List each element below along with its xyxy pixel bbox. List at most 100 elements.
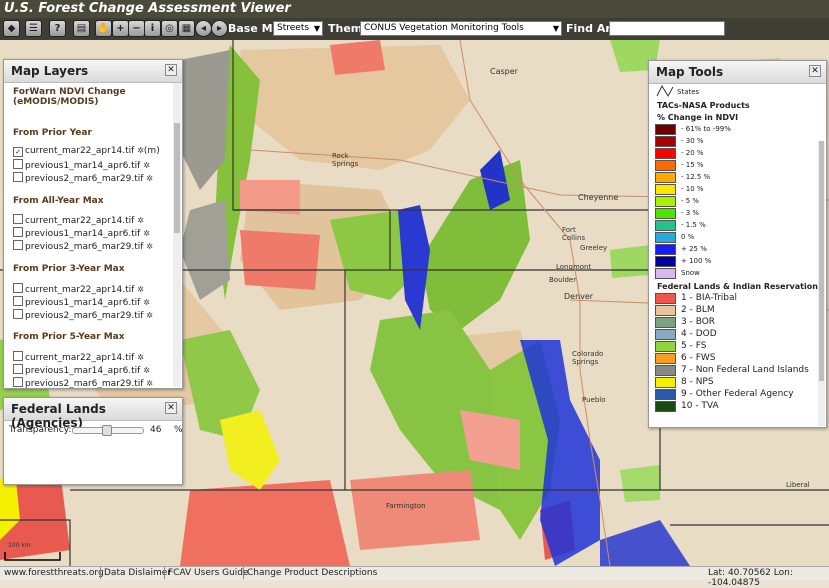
gear-icon[interactable]: ✲ xyxy=(143,366,150,375)
slider-handle[interactable] xyxy=(101,425,112,436)
checkbox[interactable] xyxy=(13,227,23,237)
basemap-select[interactable]: Streets ▼ xyxy=(273,21,323,36)
map-label-colorado-springs: Colorado Springs xyxy=(572,350,604,366)
link-data-disclaimer[interactable]: Data Dislaimer xyxy=(104,568,171,578)
status-bar: www.forestthreats.org Data Dislaimer FCA… xyxy=(0,566,829,588)
checkbox[interactable] xyxy=(13,296,23,306)
ndvi-legend-swatch xyxy=(655,124,676,135)
layers-icon[interactable]: ◆ xyxy=(3,20,20,37)
toolbar: ◆ ☰ ? ▤ ✋ + − i ◎ ▦ ◂ ▸ Base Map: Street… xyxy=(0,18,829,40)
section-heading: From Prior 3-Year Max xyxy=(13,264,125,274)
section-heading: From Prior 5-Year Max xyxy=(13,332,125,342)
zoom-in-icon[interactable]: + xyxy=(112,20,129,37)
layer-item[interactable]: previous1_mar14_apr6.tif ✲ xyxy=(13,159,150,171)
gear-icon[interactable]: ✲ xyxy=(143,298,150,307)
checkbox[interactable] xyxy=(13,351,23,361)
federal-lands-legend-label: 10 - TVA xyxy=(681,401,719,411)
checkbox[interactable] xyxy=(13,377,23,387)
checkbox[interactable] xyxy=(13,283,23,293)
link-users-guide[interactable]: FCAV Users Guide xyxy=(168,568,249,578)
ndvi-legend-swatch xyxy=(655,244,676,255)
layer-label: current_mar22_apr14.tif xyxy=(25,216,135,226)
scrollbar-thumb[interactable] xyxy=(819,141,824,381)
help-icon[interactable]: ? xyxy=(49,20,66,37)
app-title: U.S. Forest Change Assessment Viewer xyxy=(4,1,291,16)
gear-icon[interactable]: ✲ xyxy=(146,242,153,251)
layers-scrollbar[interactable] xyxy=(173,83,181,387)
federal-lands-legend-label: 4 - DOD xyxy=(681,329,717,339)
federal-lands-legend-swatch xyxy=(655,293,676,304)
graph-icon[interactable]: ▦ xyxy=(178,20,195,37)
checkbox-checked[interactable]: ✓ xyxy=(13,147,23,157)
map-label-casper: Casper xyxy=(490,67,518,76)
layer-label: current_mar22_apr14.tif xyxy=(25,146,135,156)
identify-icon[interactable]: i xyxy=(144,20,161,37)
link-change-product-descriptions[interactable]: Change Product Descriptions xyxy=(247,568,377,578)
pan-icon[interactable]: ✋ xyxy=(95,20,112,37)
ndvi-legend-label: - 3 % xyxy=(681,209,700,217)
ndvi-legend-swatch xyxy=(655,136,676,147)
checkbox[interactable] xyxy=(13,240,23,250)
gear-icon[interactable]: ✲ xyxy=(146,311,153,320)
federal-lands-legend-label: 2 - BLM xyxy=(681,305,715,315)
scrollbar-thumb[interactable] xyxy=(174,123,180,233)
ndvi-legend-label: Snow xyxy=(681,269,700,277)
close-icon[interactable]: ✕ xyxy=(809,65,821,77)
transparency-label: Transparency: xyxy=(9,425,72,435)
layer-item[interactable]: previous2_mar6_mar29.tif ✲ xyxy=(13,240,153,252)
layer-suffix: (m) xyxy=(143,146,160,156)
layer-item[interactable]: previous2_mar6_mar29.tif ✲ xyxy=(13,309,153,321)
gear-icon[interactable]: ✲ xyxy=(137,285,144,294)
next-extent-icon[interactable]: ▸ xyxy=(211,20,228,37)
gear-icon[interactable]: ✲ xyxy=(146,379,153,388)
layer-item[interactable]: current_mar22_apr14.tif ✲ xyxy=(13,283,144,295)
ndvi-legend-label: - 61% to -99% xyxy=(681,125,731,133)
gear-icon[interactable]: ✲ xyxy=(137,146,144,155)
gear-icon[interactable]: ✲ xyxy=(137,353,144,362)
layer-item[interactable]: previous1_mar14_apr6.tif ✲ xyxy=(13,296,150,308)
globe-icon[interactable]: ◎ xyxy=(161,20,178,37)
layer-item[interactable]: current_mar22_apr14.tif ✲ xyxy=(13,351,144,363)
gear-icon[interactable]: ✲ xyxy=(137,216,144,225)
close-icon[interactable]: ✕ xyxy=(165,402,177,414)
close-icon[interactable]: ✕ xyxy=(165,64,177,76)
layer-item[interactable]: ✓ current_mar22_apr14.tif ✲(m) xyxy=(13,146,160,157)
checkbox[interactable] xyxy=(13,214,23,224)
checkbox[interactable] xyxy=(13,309,23,319)
previous-extent-icon[interactable]: ◂ xyxy=(195,20,212,37)
checkbox[interactable] xyxy=(13,364,23,374)
layer-item[interactable]: previous2_mar6_mar29.tif ✲ xyxy=(13,377,153,388)
list-icon[interactable]: ☰ xyxy=(25,20,42,37)
separator xyxy=(100,567,101,579)
transparency-slider[interactable] xyxy=(72,425,144,436)
ndvi-legend-swatch xyxy=(655,208,676,219)
theme-select[interactable]: CONUS Vegetation Monitoring Tools ▼ xyxy=(360,21,562,36)
gear-icon[interactable]: ✲ xyxy=(143,229,150,238)
map-tools-header: Map Tools ✕ xyxy=(649,61,826,84)
ndvi-legend-swatch xyxy=(655,160,676,171)
find-area-input[interactable] xyxy=(609,21,725,36)
print-icon[interactable]: ▤ xyxy=(73,20,90,37)
layer-item[interactable]: previous2_mar6_mar29.tif ✲ xyxy=(13,172,153,184)
link-forestthreats[interactable]: www.forestthreats.org xyxy=(4,568,104,578)
gear-icon[interactable]: ✲ xyxy=(143,161,150,170)
layer-item[interactable]: previous1_mar14_apr6.tif ✲ xyxy=(13,364,150,376)
federal-lands-legend-label: 5 - FS xyxy=(681,341,707,351)
checkbox[interactable] xyxy=(13,172,23,182)
layer-item[interactable]: previous1_mar14_apr6.tif ✲ xyxy=(13,227,150,239)
ndvi-legend-label: - 12.5 % xyxy=(681,173,711,181)
layer-item[interactable]: current_mar22_apr14.tif ✲ xyxy=(13,214,144,226)
zoom-out-icon[interactable]: − xyxy=(128,20,145,37)
map-layers-title: Map Layers xyxy=(11,64,89,78)
federal-lands-legend-swatch xyxy=(655,341,676,352)
tools-scrollbar[interactable] xyxy=(818,141,825,426)
map-layers-panel: Map Layers ✕ ForWarn NDVI Change (eMODIS… xyxy=(3,59,183,389)
map-label-denver: Denver xyxy=(564,292,594,301)
checkbox[interactable] xyxy=(13,159,23,169)
separator xyxy=(243,567,244,579)
federal-lands-legend-swatch xyxy=(655,401,676,412)
layer-label: previous1_mar14_apr6.tif xyxy=(25,229,141,239)
layer-label: previous1_mar14_apr6.tif xyxy=(25,161,141,171)
gear-icon[interactable]: ✲ xyxy=(146,174,153,183)
layer-label: previous2_mar6_mar29.tif xyxy=(25,242,144,252)
